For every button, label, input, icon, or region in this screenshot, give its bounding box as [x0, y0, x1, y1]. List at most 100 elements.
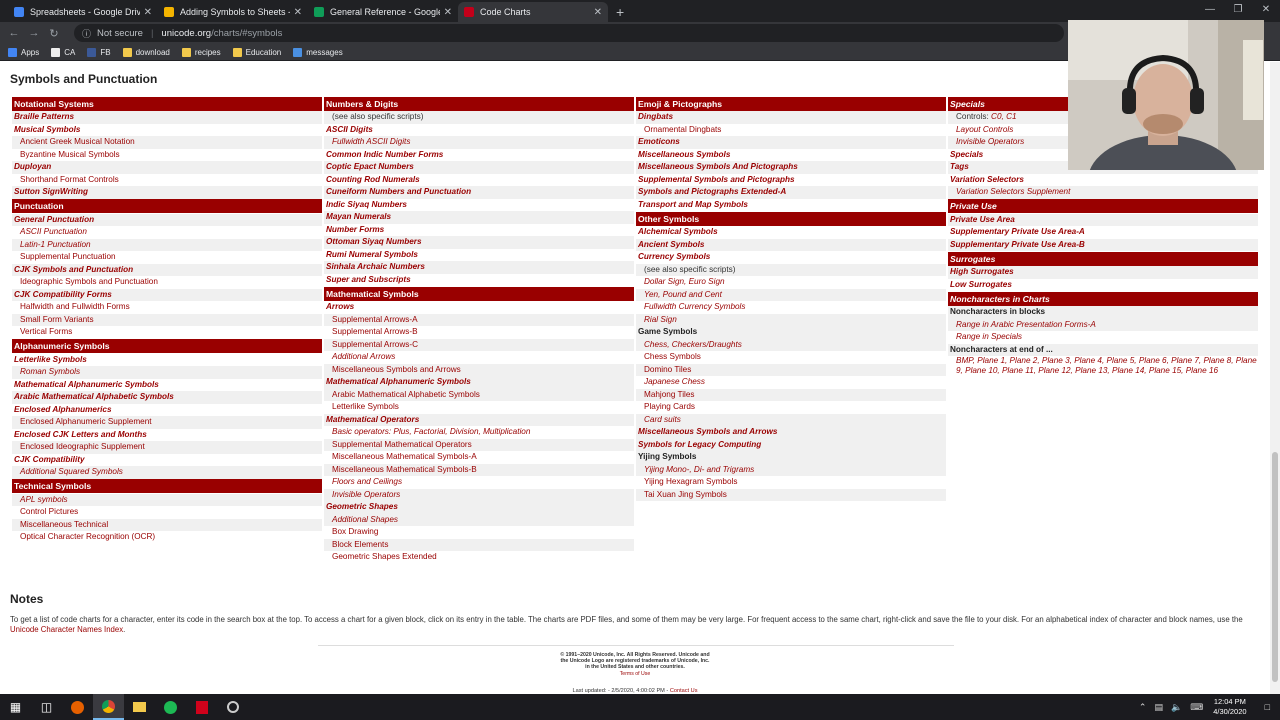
block-link[interactable]: CJK Compatibility	[12, 454, 322, 467]
bookmark-5[interactable]: Education	[232, 47, 281, 57]
block-link[interactable]: Halfwidth and Fullwidth Forms	[12, 301, 322, 314]
block-link[interactable]: Additional Arrows	[324, 351, 634, 364]
scrollbar-thumb[interactable]	[1272, 452, 1278, 682]
block-link[interactable]: Small Form Variants	[12, 313, 322, 326]
block-link[interactable]: Byzantine Musical Symbols	[12, 149, 322, 162]
bookmark-0[interactable]: Apps	[8, 47, 39, 57]
block-link[interactable]: Card suits	[636, 413, 946, 426]
terms-link[interactable]: Terms of Use	[560, 671, 710, 677]
block-link[interactable]: Arabic Mathematical Alphabetic Symbols	[12, 391, 322, 404]
block-link[interactable]: Range in Arabic Presentation Forms-A	[948, 318, 1258, 331]
block-link[interactable]: Miscellaneous Technical	[12, 518, 322, 531]
firefox-icon[interactable]	[62, 694, 93, 720]
block-link[interactable]: Supplementary Private Use Area-B	[948, 238, 1258, 251]
block-link[interactable]: Additional Squared Symbols	[12, 466, 322, 479]
tab-close-icon[interactable]: ✕	[594, 7, 602, 18]
back-icon[interactable]: ←	[4, 27, 24, 39]
browser-tab-2[interactable]: General Reference - Google She ✕	[308, 2, 458, 22]
minimize-icon[interactable]: —	[1196, 0, 1224, 22]
block-link[interactable]: Control Pictures	[12, 506, 322, 519]
block-link[interactable]: Supplemental Arrows-C	[324, 338, 634, 351]
names-index-link[interactable]: Unicode Character Names Index	[10, 625, 123, 634]
acrobat-icon[interactable]	[186, 694, 217, 720]
block-link[interactable]: Enclosed Alphanumeric Supplement	[12, 416, 322, 429]
block-link[interactable]: CJK Compatibility Forms	[12, 288, 322, 301]
block-link[interactable]: Number Forms	[324, 224, 634, 237]
block-link[interactable]: Mahjong Tiles	[636, 388, 946, 401]
block-link[interactable]: Sutton SignWriting	[12, 186, 322, 199]
block-link[interactable]: Ancient Greek Musical Notation	[12, 136, 322, 149]
bookmark-4[interactable]: recipes	[181, 47, 221, 57]
bookmark-1[interactable]: CA	[51, 47, 75, 57]
block-link[interactable]: Mathematical Alphanumeric Symbols	[324, 376, 634, 389]
network-icon[interactable]: ▤	[1154, 702, 1163, 713]
block-link[interactable]: Sinhala Archaic Numbers	[324, 261, 634, 274]
volume-icon[interactable]: 🔈	[1171, 702, 1182, 713]
block-link[interactable]: Yijing Hexagram Symbols	[636, 476, 946, 489]
block-link[interactable]: Range in Specials	[948, 331, 1258, 344]
block-link[interactable]: Miscellaneous Symbols and Arrows	[324, 363, 634, 376]
block-link[interactable]: Ottoman Siyaq Numbers	[324, 236, 634, 249]
block-link[interactable]: Basic operators: Plus, Factorial, Divisi…	[324, 426, 634, 439]
block-link[interactable]: Supplemental Arrows-B	[324, 326, 634, 339]
block-link[interactable]: Symbols for Legacy Computing	[636, 438, 946, 451]
block-link[interactable]: Duployan	[12, 161, 322, 174]
block-link[interactable]: Common Indic Number Forms	[324, 149, 634, 162]
block-link[interactable]: Ornamental Dingbats	[636, 124, 946, 137]
block-link[interactable]: Geometric Shapes	[324, 501, 634, 514]
browser-tab-3[interactable]: Code Charts ✕	[458, 2, 608, 22]
block-link[interactable]: High Surrogates	[948, 266, 1258, 279]
bookmark-2[interactable]: FB	[87, 47, 111, 57]
block-link[interactable]: Dollar Sign, Euro Sign	[636, 276, 946, 289]
block-link[interactable]: Braille Patterns	[12, 111, 322, 124]
spotify-icon[interactable]	[155, 694, 186, 720]
block-link[interactable]: Miscellaneous Mathematical Symbols-A	[324, 451, 634, 464]
block-link[interactable]: Additional Shapes	[324, 513, 634, 526]
block-link[interactable]: Arabic Mathematical Alphabetic Symbols	[324, 388, 634, 401]
block-link[interactable]: Supplemental Punctuation	[12, 251, 322, 264]
block-link[interactable]: Enclosed Ideographic Supplement	[12, 441, 322, 454]
block-link[interactable]: Supplementary Private Use Area-A	[948, 226, 1258, 239]
notifications-icon[interactable]: □	[1265, 702, 1270, 712]
block-link[interactable]: Supplemental Mathematical Operators	[324, 438, 634, 451]
block-link[interactable]: Alchemical Symbols	[636, 226, 946, 239]
block-link[interactable]: Mathematical Alphanumeric Symbols	[12, 379, 322, 392]
controls-link[interactable]: C0, C1	[991, 112, 1016, 121]
block-link[interactable]: Mayan Numerals	[324, 211, 634, 224]
plane-links[interactable]: BMP, Plane 1, Plane 2, Plane 3, Plane 4,…	[948, 356, 1258, 377]
block-link[interactable]: Floors and Ceilings	[324, 476, 634, 489]
block-link[interactable]: Japanese Chess	[636, 376, 946, 389]
block-link[interactable]: Dingbats	[636, 111, 946, 124]
bookmark-3[interactable]: download	[122, 47, 170, 57]
block-link[interactable]: Enclosed Alphanumerics	[12, 404, 322, 417]
block-link[interactable]: Letterlike Symbols	[324, 401, 634, 414]
app-icon[interactable]	[217, 694, 248, 720]
block-link[interactable]: Shorthand Format Controls	[12, 174, 322, 187]
block-link[interactable]: Roman Symbols	[12, 366, 322, 379]
block-link[interactable]: Miscellaneous Symbols	[636, 149, 946, 162]
browser-tab-1[interactable]: Adding Symbols to Sheets - Goo ✕	[158, 2, 308, 22]
address-bar[interactable]: ⓘ Not secure | unicode.org/charts/#symbo…	[74, 24, 1064, 42]
tab-close-icon[interactable]: ✕	[294, 7, 302, 18]
block-link[interactable]: Domino Tiles	[636, 363, 946, 376]
block-link[interactable]: APL symbols	[12, 493, 322, 506]
block-link[interactable]: Low Surrogates	[948, 279, 1258, 292]
block-link[interactable]: Fullwidth ASCII Digits	[324, 136, 634, 149]
block-link[interactable]: Symbols and Pictographs Extended-A	[636, 186, 946, 199]
block-link[interactable]: Coptic Epact Numbers	[324, 161, 634, 174]
block-link[interactable]: Musical Symbols	[12, 124, 322, 137]
block-link[interactable]: Miscellaneous Mathematical Symbols-B	[324, 463, 634, 476]
block-link[interactable]: Supplemental Arrows-A	[324, 313, 634, 326]
block-link[interactable]: Transport and Map Symbols	[636, 199, 946, 212]
block-link[interactable]: Miscellaneous Symbols And Pictographs	[636, 161, 946, 174]
chevron-up-icon[interactable]: ⌃	[1139, 702, 1147, 713]
block-link[interactable]: Cuneiform Numbers and Punctuation	[324, 186, 634, 199]
chrome-icon[interactable]	[93, 694, 124, 720]
close-window-icon[interactable]: ✕	[1252, 0, 1280, 22]
block-link[interactable]: Vertical Forms	[12, 326, 322, 339]
block-link[interactable]: Enclosed CJK Letters and Months	[12, 429, 322, 442]
block-link[interactable]: Chess Symbols	[636, 351, 946, 364]
block-link[interactable]: Ancient Symbols	[636, 238, 946, 251]
block-link[interactable]: Ideographic Symbols and Punctuation	[12, 276, 322, 289]
windows-start-icon[interactable]: ▦	[0, 694, 31, 720]
